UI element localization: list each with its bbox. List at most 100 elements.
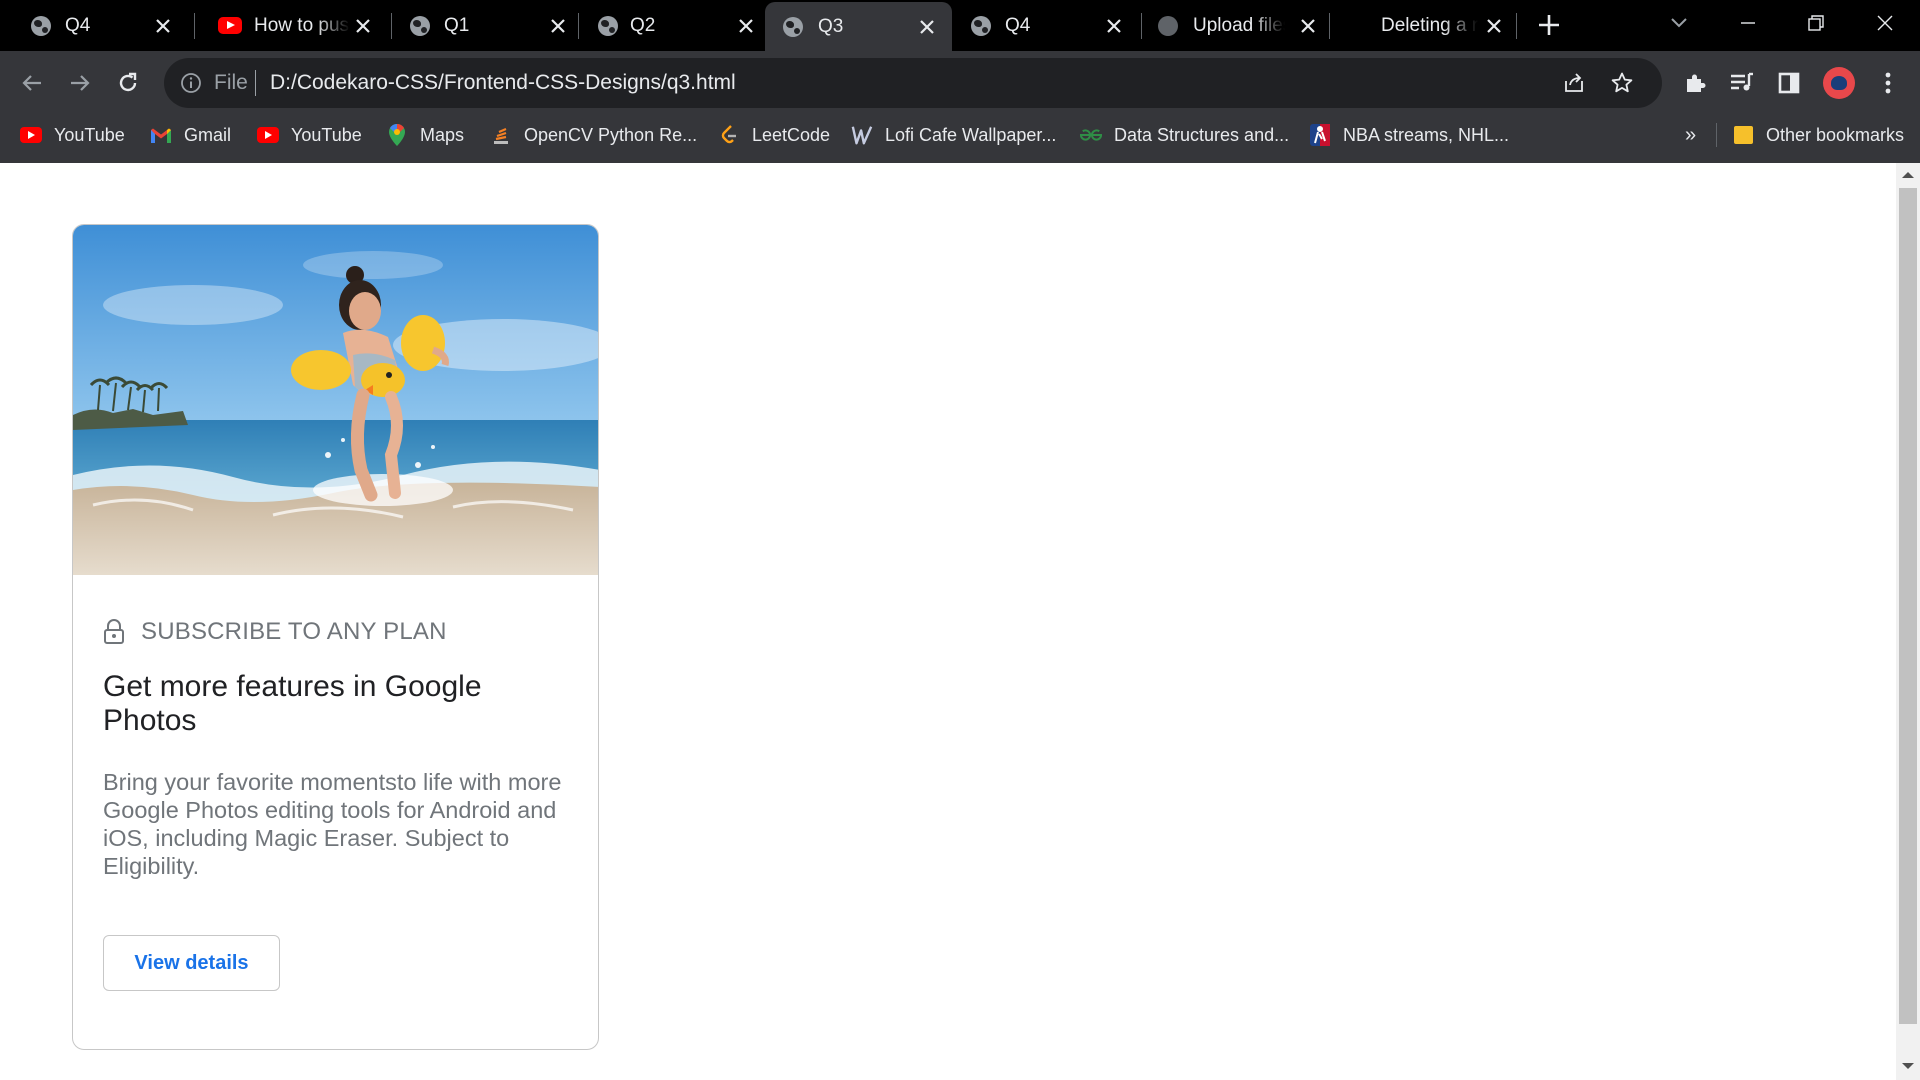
- omnibox-divider: [255, 70, 256, 96]
- youtube-icon: [218, 17, 242, 37]
- bookmark-maps[interactable]: Maps: [386, 115, 464, 155]
- tab-title: Deleting a r: [1381, 14, 1479, 36]
- site-info-icon[interactable]: [180, 72, 202, 94]
- close-icon[interactable]: [1297, 15, 1319, 37]
- nba-icon: [1309, 124, 1331, 146]
- minimize-icon[interactable]: [1731, 8, 1765, 38]
- forward-arrow-icon[interactable]: [64, 67, 96, 99]
- restore-icon[interactable]: [1799, 8, 1833, 38]
- kebab-menu-icon[interactable]: [1875, 70, 1901, 96]
- card-description: Bring your favorite momentsto life with …: [103, 769, 562, 879]
- other-bookmarks-folder[interactable]: Other bookmarks: [1732, 115, 1904, 155]
- bookmark-youtube[interactable]: YouTube: [20, 115, 125, 155]
- tab-q4-first[interactable]: Q4: [0, 0, 188, 51]
- scroll-down-arrow-icon[interactable]: [1902, 1063, 1914, 1069]
- tab-divider: [1141, 13, 1142, 39]
- tab-how-to-push[interactable]: How to push: [200, 0, 388, 51]
- new-tab-plus-icon[interactable]: [1536, 12, 1562, 38]
- tab-title: Q1: [444, 14, 470, 36]
- bookmark-lofi-cafe[interactable]: Lofi Cafe Wallpaper...: [851, 115, 1056, 155]
- close-icon[interactable]: [916, 16, 938, 38]
- tab-upload-files[interactable]: Upload files: [1146, 0, 1333, 51]
- gfg-icon: [1080, 124, 1102, 146]
- bookmark-label: Gmail: [184, 124, 232, 145]
- tab-title: Q4: [1005, 14, 1031, 36]
- bookmark-data-structures[interactable]: Data Structures and...: [1080, 115, 1289, 155]
- bookmark-label: NBA streams, NHL...: [1343, 124, 1510, 145]
- bookmark-label: YouTube: [54, 124, 125, 145]
- address-bar[interactable]: File D:/Codekaro-CSS/Frontend-CSS-Design…: [164, 58, 1662, 108]
- beach-child-photo: [73, 225, 598, 575]
- scrollbar-thumb[interactable]: [1899, 188, 1917, 1024]
- close-icon[interactable]: [1483, 15, 1505, 37]
- close-icon[interactable]: [352, 15, 374, 37]
- bookmark-label: OpenCV Python Re...: [524, 124, 698, 145]
- side-panel-icon[interactable]: [1776, 70, 1802, 96]
- bookmark-opencv[interactable]: OpenCV Python Re...: [490, 115, 697, 155]
- bookmark-label: Data Structures and...: [1114, 124, 1290, 145]
- bookmark-leetcode[interactable]: LeetCode: [718, 115, 830, 155]
- tab-title: Q2: [630, 14, 656, 36]
- globe-icon: [971, 15, 991, 36]
- media-queue-icon[interactable]: [1729, 70, 1755, 96]
- bookmark-gmail[interactable]: Gmail: [150, 115, 231, 155]
- leetcode-icon: [718, 124, 740, 146]
- bookmark-nba-streams[interactable]: NBA streams, NHL...: [1309, 115, 1509, 155]
- globe-icon: [31, 15, 51, 36]
- tab-q3-active[interactable]: Q3: [765, 2, 952, 51]
- tab-divider: [391, 13, 392, 39]
- youtube-icon: [257, 124, 279, 146]
- close-icon[interactable]: [547, 15, 569, 37]
- tab-q2[interactable]: Q2: [584, 0, 771, 51]
- back-arrow-icon[interactable]: [16, 67, 48, 99]
- tab-strip: Q4 How to push Q1 Q2 Q3 Q4 Upload files …: [0, 0, 1920, 51]
- card-eyebrow: SUBSCRIBE TO ANY PLAN: [103, 618, 447, 646]
- share-icon[interactable]: [1562, 71, 1586, 95]
- bookmark-label: LeetCode: [752, 124, 831, 145]
- globe-icon: [783, 16, 803, 37]
- bookmark-label: YouTube: [291, 124, 362, 145]
- extensions-puzzle-icon[interactable]: [1682, 70, 1708, 96]
- bookmarks-overflow-chevron[interactable]: »: [1685, 115, 1696, 155]
- gmail-icon: [150, 124, 172, 146]
- reload-icon[interactable]: [112, 67, 144, 99]
- close-icon[interactable]: [735, 15, 757, 37]
- tab-q4-second[interactable]: Q4: [952, 0, 1139, 51]
- view-details-button[interactable]: View details: [103, 935, 280, 991]
- bookmark-label: Maps: [420, 124, 465, 145]
- wallpaper-w-icon: [851, 124, 873, 146]
- folder-icon: [1732, 124, 1754, 146]
- globe-icon: [598, 15, 618, 36]
- eyebrow-text: SUBSCRIBE TO ANY PLAN: [141, 618, 447, 645]
- bookmark-label: Lofi Cafe Wallpaper...: [885, 124, 1057, 145]
- promo-card: SUBSCRIBE TO ANY PLAN Get more features …: [72, 224, 599, 1050]
- tab-divider: [194, 13, 195, 39]
- github-icon: [1158, 15, 1178, 36]
- lock-icon: [104, 619, 124, 644]
- maps-pin-icon: [386, 123, 408, 146]
- tab-divider: [1329, 13, 1330, 39]
- scheme-label: File: [214, 71, 248, 94]
- tab-title: Upload files: [1193, 14, 1285, 36]
- scroll-up-arrow-icon[interactable]: [1902, 172, 1914, 178]
- opencv-stack-icon: [490, 124, 512, 146]
- card-title: Get more features in Google Photos: [103, 670, 482, 737]
- youtube-icon: [20, 124, 42, 146]
- url-text[interactable]: D:/Codekaro-CSS/Frontend-CSS-Designs/q3.…: [270, 71, 736, 95]
- tab-q1[interactable]: Q1: [396, 0, 583, 51]
- globe-icon: [410, 15, 430, 36]
- window-close-icon[interactable]: [1868, 8, 1902, 38]
- tab-search-chevron-down-icon[interactable]: [1662, 8, 1696, 38]
- tab-deleting[interactable]: Deleting a r: [1333, 0, 1519, 51]
- tab-title: Q3: [818, 15, 844, 37]
- tab-divider: [578, 13, 579, 39]
- bookmark-star-icon[interactable]: [1610, 71, 1634, 95]
- bookmark-label: Other bookmarks: [1766, 124, 1905, 145]
- profile-avatar[interactable]: [1823, 67, 1855, 99]
- bookmark-youtube-2[interactable]: YouTube: [257, 115, 362, 155]
- bookmarks-bar: YouTube Gmail YouTube Maps OpenCV Python…: [0, 115, 1920, 163]
- tab-title: Q4: [65, 14, 91, 36]
- close-icon[interactable]: [152, 15, 174, 37]
- close-icon[interactable]: [1103, 15, 1125, 37]
- bookmarks-divider: [1716, 123, 1717, 147]
